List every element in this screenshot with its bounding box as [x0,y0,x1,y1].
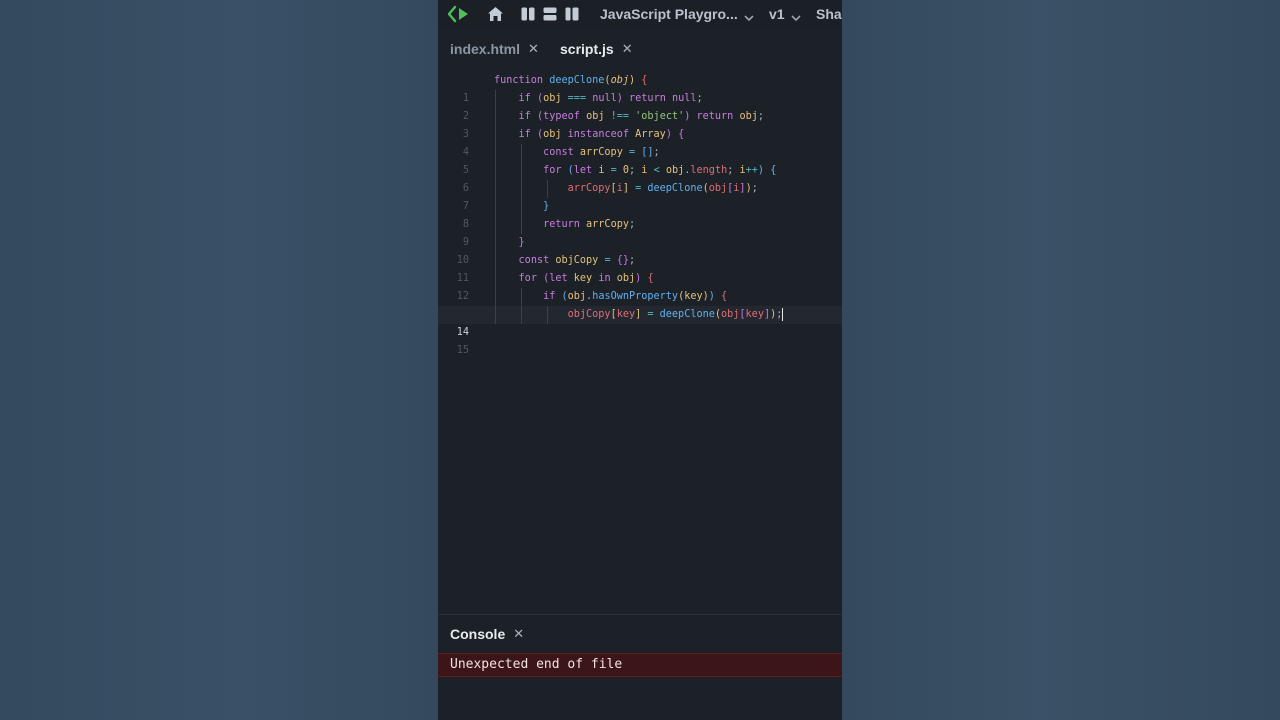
code-text: const arrCopy = []; [543,147,660,158]
home-icon[interactable] [487,6,504,27]
layout-rows-icon[interactable] [543,7,557,26]
chevron-down-icon[interactable] [791,9,801,27]
console-title: Console [450,626,506,642]
code-text: if (obj instanceof Array) { [518,129,685,140]
code-text: function deepClone(obj) { [494,75,648,86]
code-text: if (typeof obj !== 'object') return obj; [518,111,765,122]
tab-label: index.html [450,41,521,57]
code-text: } [518,237,525,248]
background-right [842,0,1280,720]
tab-index-html[interactable]: index.html ✕ [450,41,539,57]
text-cursor [782,307,784,321]
tab-label: script.js [560,41,614,57]
line-number: 15 [456,345,469,356]
code-line[interactable]: 15 [438,324,842,356]
code-text: for (let key in obj) { [518,273,654,284]
code-text: for (let i = 0; i < obj.length; i++) { [543,165,777,176]
code-line[interactable]: 6 for (let i = 0; i < obj.length; i++) { [438,162,842,194]
console-panel: Console ✕ Unexpected end of file [438,614,842,720]
code-line[interactable]: 11 const objCopy = {}; [438,252,842,284]
tab-script-js[interactable]: script.js ✕ [560,41,633,57]
code-line[interactable]: 4 if (obj instanceof Array) { [438,126,842,158]
code-editor[interactable]: 1 function deepClone(obj) { 2 if (obj ==… [438,72,842,612]
code-line-active[interactable]: 14 objCopy[key] = deepClone(obj[key]); [438,306,842,338]
code-line[interactable]: 13 if (obj.hasOwnProperty(key)) { [438,288,842,320]
code-text: objCopy[key] = deepClone(obj[key]); [567,307,784,321]
console-error-row[interactable]: Unexpected end of file [438,653,842,677]
background-left [0,0,438,720]
layout-columns-icon[interactable] [521,7,535,26]
version-selector[interactable]: v1 [769,6,785,22]
code-line[interactable]: 8 } [438,198,842,230]
file-tabs: index.html ✕ script.js ✕ [438,29,842,67]
close-icon[interactable]: ✕ [513,626,524,642]
code-text: } [543,201,550,212]
code-line[interactable]: 10 } [438,234,842,266]
code-line[interactable]: 1 function deepClone(obj) { [438,72,842,104]
playground-logo-icon[interactable] [447,5,472,28]
code-text: arrCopy[i] = deepClone(obj[i]); [567,183,758,194]
chevron-down-icon[interactable] [744,9,754,27]
share-button[interactable]: Sha [816,6,842,22]
code-line[interactable]: 3 if (typeof obj !== 'object') return ob… [438,108,842,140]
code-line[interactable]: 12 for (let key in obj) { [438,270,842,302]
close-icon[interactable]: ✕ [528,41,539,57]
code-line[interactable]: 9 return arrCopy; [438,216,842,248]
code-line[interactable]: 7 arrCopy[i] = deepClone(obj[i]); [438,180,842,212]
code-text: const objCopy = {}; [518,255,636,266]
console-header: Console ✕ [450,626,524,642]
layout-split-icon[interactable] [565,7,579,26]
code-text: return arrCopy; [543,219,636,230]
playground-app: JavaScript Playgro... v1 Sha index.html … [438,0,842,720]
top-toolbar: JavaScript Playgro... v1 Sha [438,0,842,29]
close-icon[interactable]: ✕ [622,41,633,57]
error-message: Unexpected end of file [450,657,623,672]
code-line[interactable]: 5 const arrCopy = []; [438,144,842,176]
code-text: if (obj.hasOwnProperty(key)) { [543,291,728,302]
code-line[interactable]: 2 if (obj === null) return null; [438,90,842,122]
code-text: if (obj === null) return null; [518,93,703,104]
project-name[interactable]: JavaScript Playgro... [600,6,738,22]
